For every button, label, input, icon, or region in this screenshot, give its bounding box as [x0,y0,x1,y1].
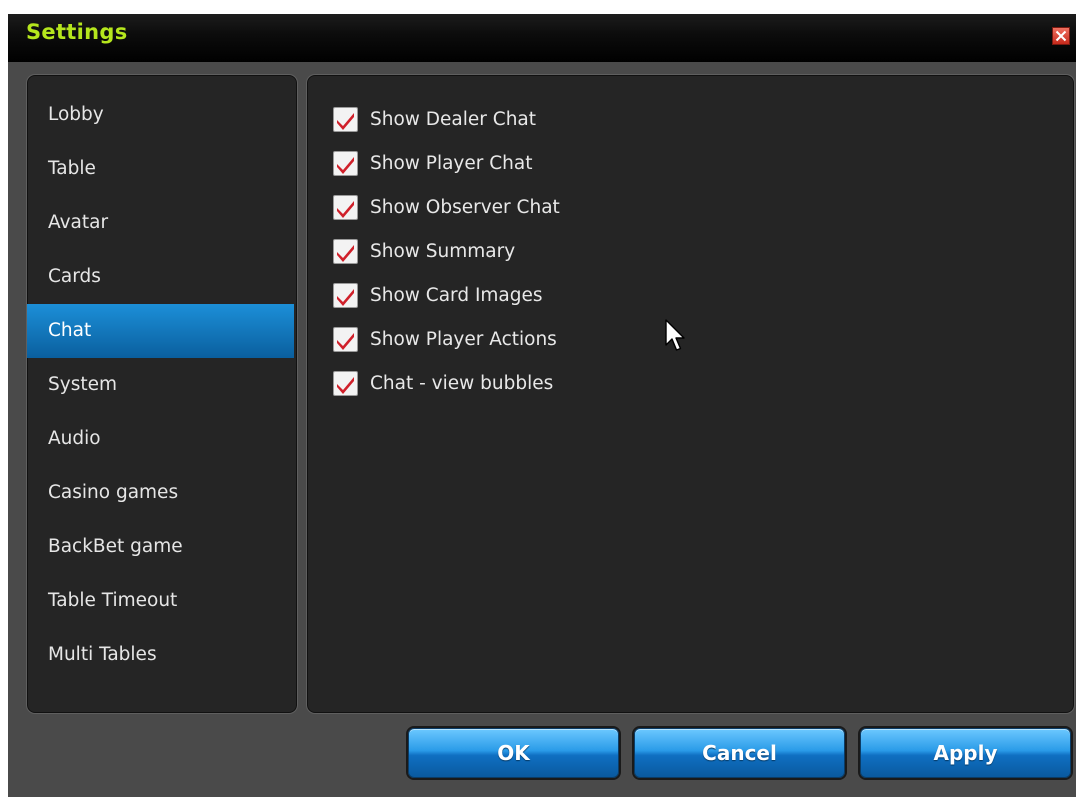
checkbox-show-player-chat[interactable] [333,150,358,176]
sidebar-item-casino-games[interactable]: Casino games [27,466,297,520]
option-show-player-actions[interactable]: Show Player Actions [333,317,560,361]
checkmark-icon [337,244,354,262]
window-title: Settings [26,20,128,44]
checkmark-icon [337,156,354,174]
sidebar-item-avatar[interactable]: Avatar [27,196,297,250]
option-label: Show Dealer Chat [370,108,537,130]
sidebar-item-table[interactable]: Table [27,142,297,196]
option-show-observer-chat[interactable]: Show Observer Chat [333,185,560,229]
option-label: Chat - view bubbles [370,372,554,394]
checkmark-icon [337,376,354,394]
sidebar-item-chat[interactable]: Chat [27,304,294,358]
checkmark-icon [337,332,354,350]
chat-settings-panel: Show Dealer Chat Show Player Chat Show O… [306,74,1075,714]
sidebar-item-backbet-game[interactable]: BackBet game [27,520,297,574]
checkmark-icon [337,288,354,306]
sidebar-item-multi-tables[interactable]: Multi Tables [27,628,297,682]
checkmark-icon [337,200,354,218]
sidebar-item-system[interactable]: System [27,358,297,412]
sidebar-item-audio[interactable]: Audio [27,412,297,466]
checkbox-show-dealer-chat[interactable] [333,106,358,132]
ok-button[interactable]: OK [408,728,619,778]
sidebar-item-cards[interactable]: Cards [27,250,297,304]
option-chat-view-bubbles[interactable]: Chat - view bubbles [333,361,560,405]
dialog-button-bar: OK Cancel Apply [8,725,1076,785]
checkbox-show-observer-chat[interactable] [333,194,358,220]
option-show-dealer-chat[interactable]: Show Dealer Chat [333,97,560,141]
option-label: Show Player Chat [370,152,533,174]
chat-options-list: Show Dealer Chat Show Player Chat Show O… [333,97,560,405]
option-show-player-chat[interactable]: Show Player Chat [333,141,560,185]
title-bar[interactable]: Settings [8,14,1076,62]
sidebar-item-lobby[interactable]: Lobby [27,88,297,142]
option-label: Show Summary [370,240,516,262]
mouse-pointer-icon [665,319,687,357]
option-label: Show Observer Chat [370,196,560,218]
sidebar-nav: Lobby Table Avatar Cards Chat System Aud… [27,88,297,682]
sidebar-item-table-timeout[interactable]: Table Timeout [27,574,297,628]
option-label: Show Player Actions [370,328,557,350]
checkbox-show-summary[interactable] [333,238,358,264]
option-label: Show Card Images [370,284,543,306]
checkbox-chat-view-bubbles[interactable] [333,370,358,396]
checkbox-show-player-actions[interactable] [333,326,358,352]
checkbox-show-card-images[interactable] [333,282,358,308]
settings-window: Settings Lobby Table Avatar Cards Chat S… [8,14,1076,797]
option-show-card-images[interactable]: Show Card Images [333,273,560,317]
option-show-summary[interactable]: Show Summary [333,229,560,273]
settings-sidebar: Lobby Table Avatar Cards Chat System Aud… [26,74,298,714]
close-icon[interactable] [1052,27,1070,45]
apply-button[interactable]: Apply [860,728,1071,778]
cancel-button[interactable]: Cancel [634,728,845,778]
checkmark-icon [337,112,354,130]
